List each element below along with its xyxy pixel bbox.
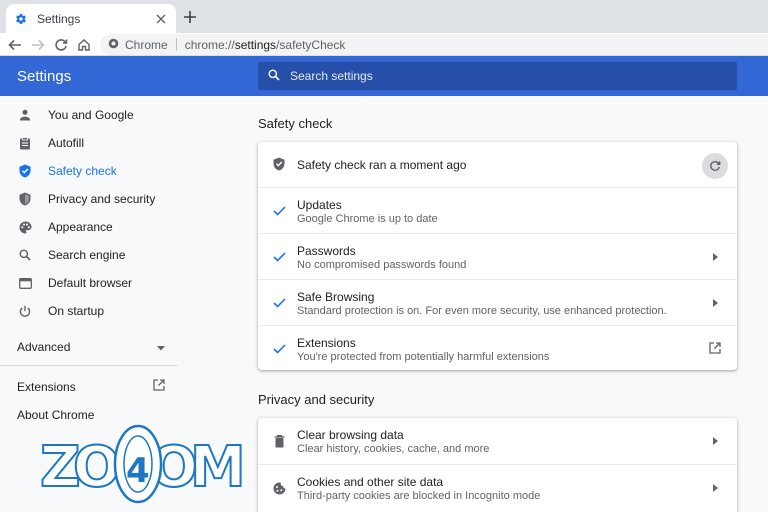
page-title: Settings xyxy=(17,68,72,85)
sidebar-item-appearance[interactable]: Appearance xyxy=(0,213,180,241)
sidebar-item-label: On startup xyxy=(48,304,105,318)
row-description: No compromised passwords found xyxy=(297,259,467,271)
browser-icon xyxy=(18,276,32,290)
row-title: Extensions xyxy=(297,336,356,350)
extensions-label: Extensions xyxy=(17,379,76,394)
svg-text:4: 4 xyxy=(126,451,150,491)
chrome-site-icon xyxy=(108,38,119,52)
sidebar-item-default-browser[interactable]: Default browser xyxy=(0,269,180,297)
chevron-right-icon[interactable] xyxy=(707,480,723,496)
forward-arrow-icon[interactable] xyxy=(29,36,47,54)
check-icon xyxy=(272,204,286,218)
privacy-heading: Privacy and security xyxy=(258,392,375,407)
check-icon xyxy=(272,296,286,310)
row-description: Google Chrome is up to date xyxy=(297,213,438,225)
row-description: Clear history, cookies, cache, and more xyxy=(297,443,490,455)
row-description: Standard protection is on. For even more… xyxy=(297,305,667,317)
tab-strip: Settings xyxy=(0,0,768,33)
safety-status-text: Safety check ran a moment ago xyxy=(297,158,467,172)
shield-icon xyxy=(18,192,32,206)
back-arrow-icon[interactable] xyxy=(6,36,24,54)
reload-icon[interactable] xyxy=(52,36,70,54)
sidebar-item-label: Default browser xyxy=(48,276,133,290)
sidebar-item-label: Appearance xyxy=(48,220,113,234)
sidebar-item-label: You and Google xyxy=(48,108,134,122)
sidebar-divider xyxy=(0,365,178,366)
settings-header: Settings xyxy=(0,56,768,96)
sidebar-item-safety-check[interactable]: Safety check xyxy=(0,157,180,185)
site-chip: Chrome xyxy=(125,37,168,52)
caret-down-icon xyxy=(157,340,165,354)
sidebar-item-you-and-google[interactable]: You and Google xyxy=(0,101,180,129)
address-separator xyxy=(175,38,177,51)
row-title: Safe Browsing xyxy=(297,290,375,304)
url-path: /safetyCheck xyxy=(276,37,346,52)
safety-row-safe-browsing[interactable]: Safe Browsing Standard protection is on.… xyxy=(258,279,737,325)
url-scheme: chrome:// xyxy=(184,37,235,52)
address-bar[interactable]: Chrome chrome://settings/safetyCheck xyxy=(100,34,768,55)
clipboard-icon xyxy=(18,136,32,150)
new-tab-plus-icon[interactable] xyxy=(182,9,198,25)
safety-row-updates: Updates Google Chrome is up to date xyxy=(258,187,737,233)
row-title: Updates xyxy=(297,198,342,212)
sidebar-item-label: Privacy and security xyxy=(48,192,156,206)
open-in-new-icon[interactable] xyxy=(707,340,723,356)
shield-check-icon xyxy=(18,164,32,178)
search-icon xyxy=(18,248,32,262)
sidebar-item-label: Safety check xyxy=(48,164,117,178)
tab-title: Settings xyxy=(37,11,81,26)
trash-icon xyxy=(272,434,286,448)
sidebar-item-privacy[interactable]: Privacy and security xyxy=(0,185,180,213)
refresh-icon xyxy=(710,160,721,171)
privacy-card: Clear browsing data Clear history, cooki… xyxy=(258,418,737,512)
rerun-safety-check-button[interactable] xyxy=(702,153,728,179)
shield-check-icon xyxy=(272,157,286,171)
tab-settings[interactable]: Settings xyxy=(6,4,176,33)
safety-check-heading: Safety check xyxy=(258,116,333,131)
browser-toolbar: Chrome chrome://settings/safetyCheck xyxy=(0,33,768,56)
sidebar-advanced[interactable]: Advanced xyxy=(17,340,165,354)
chevron-right-icon[interactable] xyxy=(707,249,723,265)
person-icon xyxy=(18,108,32,122)
privacy-row-cookies[interactable]: Cookies and other site data Third-party … xyxy=(258,464,737,510)
home-icon[interactable] xyxy=(75,36,93,54)
close-icon[interactable] xyxy=(154,12,168,26)
row-title: Passwords xyxy=(297,244,356,258)
search-icon xyxy=(268,69,280,84)
sidebar-item-on-startup[interactable]: On startup xyxy=(0,297,180,325)
safety-row-passwords[interactable]: Passwords No compromised passwords found xyxy=(258,233,737,279)
row-description: You're protected from potentially harmfu… xyxy=(297,351,550,363)
sidebar-item-label: Autofill xyxy=(48,136,85,150)
search-box[interactable] xyxy=(258,62,737,90)
search-input[interactable] xyxy=(290,69,710,83)
sidebar-item-autofill[interactable]: Autofill xyxy=(0,129,180,157)
url-host: settings xyxy=(234,37,277,52)
power-icon xyxy=(18,304,32,318)
sidebar-item-extensions[interactable]: Extensions xyxy=(17,379,165,394)
sidebar-item-search-engine[interactable]: Search engine xyxy=(0,241,180,269)
advanced-label: Advanced xyxy=(17,340,71,354)
zoom4-watermark-logo: Z O O M 4 xyxy=(39,420,247,508)
row-title: Cookies and other site data xyxy=(297,475,444,489)
safety-status-row: Safety check ran a moment ago xyxy=(258,142,737,187)
svg-text:O: O xyxy=(73,435,121,500)
check-icon xyxy=(272,250,286,264)
safety-check-card: Safety check ran a moment ago Updates Go… xyxy=(258,142,737,370)
chevron-right-icon[interactable] xyxy=(707,433,723,449)
check-icon xyxy=(272,342,286,356)
chevron-right-icon[interactable] xyxy=(707,295,723,311)
svg-text:M: M xyxy=(190,435,245,500)
safety-row-extensions[interactable]: Extensions You're protected from potenti… xyxy=(258,325,737,370)
open-in-new-icon xyxy=(153,379,165,394)
palette-icon xyxy=(18,220,32,234)
privacy-row-clear-browsing-data[interactable]: Clear browsing data Clear history, cooki… xyxy=(258,418,737,464)
sidebar-item-label: Search engine xyxy=(48,248,126,262)
row-description: Third-party cookies are blocked in Incog… xyxy=(297,490,541,502)
row-title: Clear browsing data xyxy=(297,428,404,442)
cookie-icon xyxy=(272,481,286,495)
gear-icon xyxy=(14,12,28,26)
